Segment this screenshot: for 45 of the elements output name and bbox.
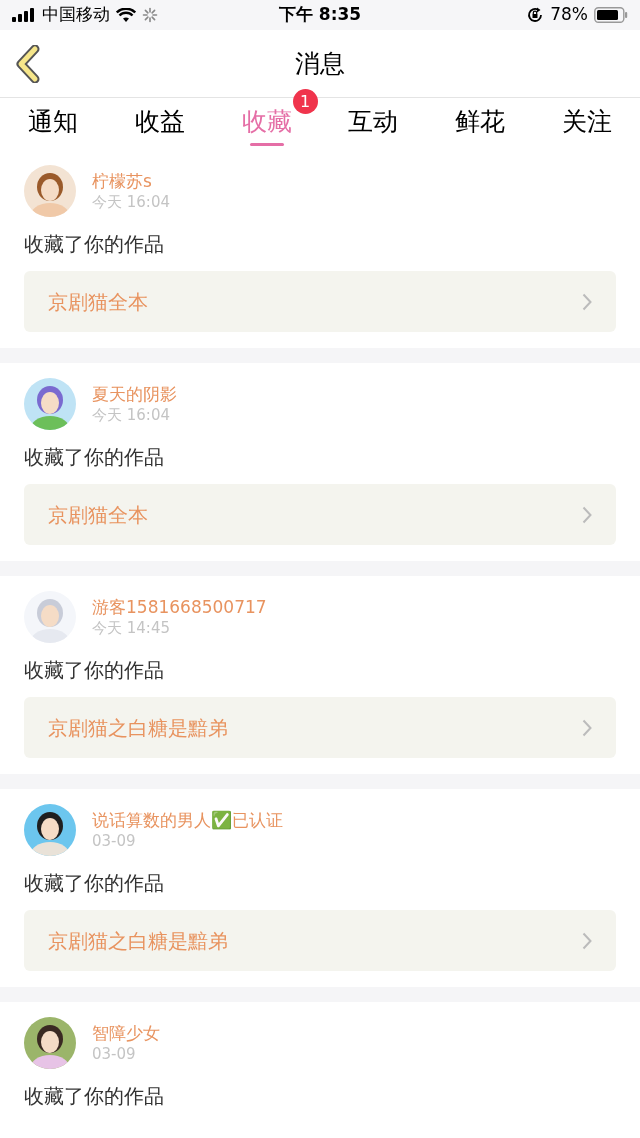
message-time: 今天 16:04	[92, 405, 171, 425]
chevron-left-icon	[15, 45, 41, 83]
badge: 1	[292, 89, 318, 114]
message-text: 收藏了你的作品	[24, 444, 165, 471]
user-name[interactable]: 夏天的阴影	[92, 383, 177, 405]
tab[interactable]: 通知	[28, 98, 79, 150]
work-link[interactable]: 京剧猫全本	[24, 484, 616, 545]
chevron-right-icon	[582, 931, 592, 950]
work-link[interactable]: 京剧猫之白糖是黯弟	[24, 697, 616, 758]
rotation-lock-icon	[526, 6, 545, 24]
avatar	[24, 165, 76, 217]
work-link[interactable]: 京剧猫全本	[24, 271, 616, 332]
chevron-right-icon	[582, 505, 592, 524]
chevron-right-icon	[582, 292, 592, 311]
avatar	[24, 591, 76, 643]
battery-icon	[594, 7, 628, 23]
user-name[interactable]: 智障少女	[92, 1022, 160, 1044]
page-title: 消息	[295, 47, 345, 80]
message-time: 03-09	[92, 1044, 137, 1064]
avatar	[24, 1017, 76, 1069]
user-name[interactable]: 说话算数的男人✅已认证	[92, 809, 283, 831]
message-time: 今天 14:45	[92, 618, 171, 638]
work-link[interactable]: 京剧猫之白糖是黯弟	[24, 910, 616, 971]
message-text: 收藏了你的作品	[24, 657, 165, 684]
message-text: 收藏了你的作品	[24, 231, 165, 258]
tab[interactable]: 收益	[135, 98, 185, 150]
battery-percent: 78%	[550, 3, 588, 27]
message-text: 收藏了你的作品	[24, 1083, 165, 1110]
tab[interactable]: 收藏	[241, 98, 292, 150]
avatar	[24, 804, 76, 856]
tab[interactable]: 关注	[561, 98, 612, 150]
user-name[interactable]: 柠檬苏s	[92, 170, 170, 192]
tab[interactable]: 互动	[348, 98, 399, 150]
wifi-icon	[116, 7, 136, 23]
clock: 下午 8:35	[278, 3, 362, 27]
message-text: 收藏了你的作品	[24, 870, 165, 897]
message-time: 03-09	[92, 831, 137, 851]
chevron-right-icon	[582, 718, 592, 737]
tab[interactable]: 鲜花	[455, 98, 505, 150]
message-time: 今天 16:04	[92, 192, 170, 212]
user-name[interactable]: 游客1581668500717	[92, 596, 267, 618]
avatar	[24, 378, 76, 430]
signal-icon	[12, 8, 36, 22]
loading-icon	[142, 7, 158, 23]
carrier: 中国移动	[42, 3, 110, 27]
